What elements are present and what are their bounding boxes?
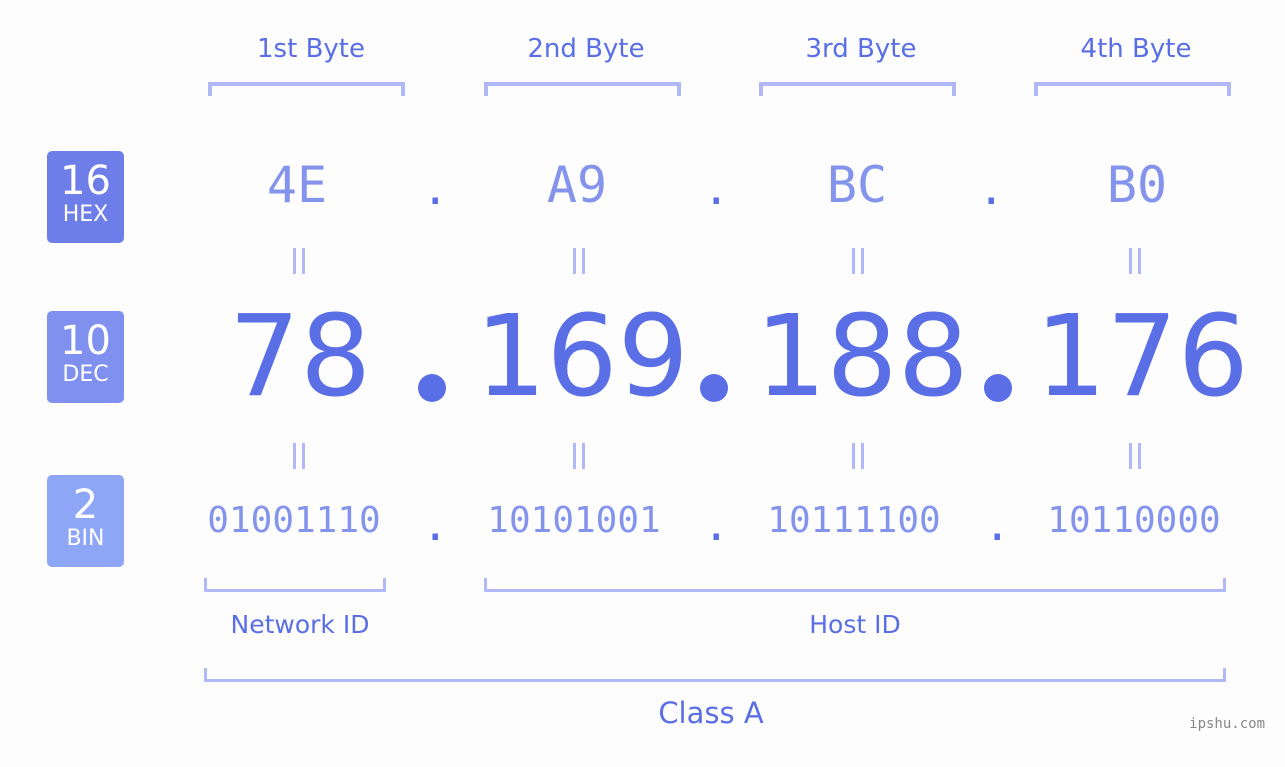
network-id-bracket [204, 578, 386, 592]
byte-bracket-2 [484, 82, 681, 96]
dec-base-label: DEC [62, 362, 109, 387]
byte-bracket-1 [208, 82, 405, 96]
host-id-label: Host ID [809, 610, 901, 639]
hex-byte-4: B0 [1106, 156, 1168, 214]
bin-byte-2: 10101001 [487, 500, 661, 541]
bin-base-label: BIN [66, 526, 105, 551]
byte-bracket-4 [1034, 82, 1231, 96]
bin-separator-1: . [422, 500, 449, 551]
equals-icon [573, 443, 585, 469]
hex-separator-2: . [703, 164, 730, 215]
hex-base-label: HEX [62, 202, 109, 227]
dec-badge: 10 DEC [47, 311, 124, 403]
bin-separator-3: . [984, 500, 1011, 551]
byte-header-1: 1st Byte [257, 34, 365, 64]
hex-byte-3: BC [826, 156, 888, 214]
hex-separator-1: . [422, 164, 449, 215]
class-label: Class A [658, 696, 764, 730]
dec-separator-dot-3 [984, 374, 1012, 402]
bin-separator-2: . [703, 500, 730, 551]
dec-byte-3: 188 [755, 292, 969, 422]
byte-bracket-3 [759, 82, 956, 96]
dec-separator-dot-1 [418, 374, 446, 402]
equals-icon [1129, 248, 1141, 274]
byte-header-3: 3rd Byte [805, 34, 917, 64]
byte-header-2: 2nd Byte [527, 34, 645, 64]
dec-byte-4: 176 [1035, 292, 1249, 422]
byte-header-4: 4th Byte [1080, 34, 1192, 64]
watermark: ipshu.com [1189, 716, 1265, 732]
dec-base-number: 10 [60, 318, 111, 364]
equals-icon [852, 443, 864, 469]
equals-icon [293, 248, 305, 274]
bin-base-number: 2 [72, 482, 99, 528]
equals-icon [293, 443, 305, 469]
network-id-label: Network ID [230, 610, 370, 639]
bin-byte-3: 10111100 [767, 500, 941, 541]
host-id-bracket [484, 578, 1226, 592]
class-bracket [204, 668, 1226, 682]
hex-separator-3: . [978, 164, 1005, 215]
hex-base-number: 16 [60, 158, 111, 204]
dec-byte-2: 169 [475, 292, 689, 422]
bin-byte-1: 01001110 [207, 500, 381, 541]
bin-badge: 2 BIN [47, 475, 124, 567]
equals-icon [573, 248, 585, 274]
dec-byte-1: 78 [228, 292, 372, 422]
hex-byte-1: 4E [266, 156, 328, 214]
bin-byte-4: 10110000 [1047, 500, 1221, 541]
equals-icon [852, 248, 864, 274]
hex-byte-2: A9 [546, 156, 608, 214]
hex-badge: 16 HEX [47, 151, 124, 243]
equals-icon [1129, 443, 1141, 469]
dec-separator-dot-2 [700, 374, 728, 402]
